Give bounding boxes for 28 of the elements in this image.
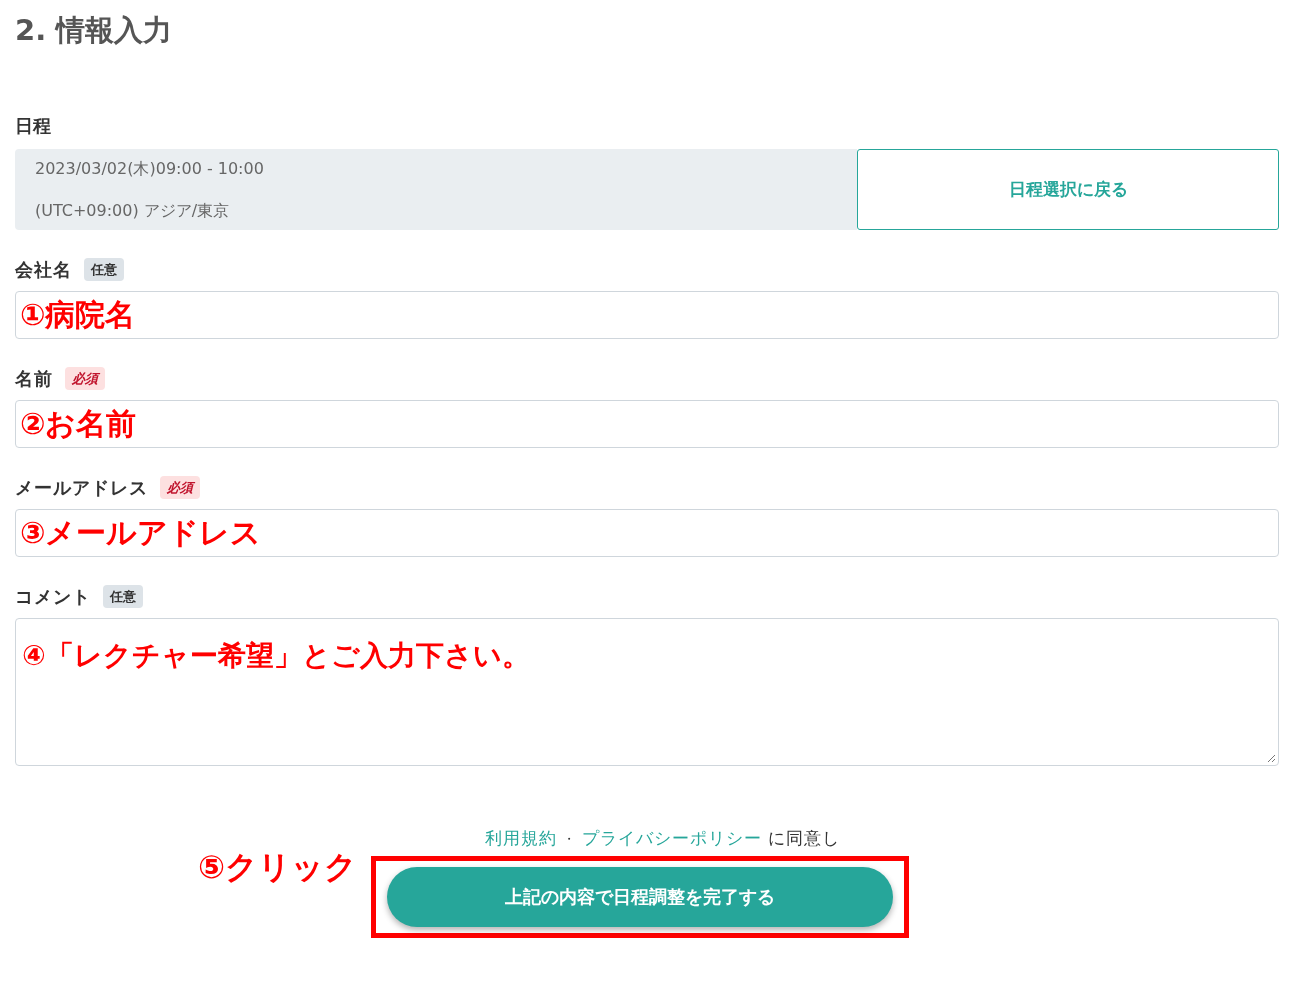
required-tag: 必須	[160, 475, 200, 500]
field-label: メールアドレス	[15, 476, 148, 500]
input-field[interactable]: ③メールアドレス	[15, 509, 1279, 557]
annotation-text: ③メールアドレス	[20, 518, 262, 548]
timezone-text: (UTC+09:00) アジア/東京	[35, 199, 231, 222]
input-field[interactable]: ①病院名	[15, 291, 1279, 339]
field-label: 会社名	[15, 258, 72, 282]
annotation-text: ①病院名	[20, 300, 136, 330]
input-field[interactable]: ②お名前	[15, 400, 1279, 448]
privacy-policy-link[interactable]: プライバシーポリシー	[581, 826, 762, 852]
comment-field[interactable]: ④「レクチャー希望」とご入力下さい。	[15, 618, 1279, 766]
required-tag: 必須	[65, 366, 105, 391]
field-label: コメント	[15, 585, 91, 609]
resize-handle-icon	[1266, 753, 1276, 763]
optional-tag: 任意	[84, 257, 124, 282]
schedule-datetime: 2023/03/02(木)09:00 - 10:00	[35, 157, 265, 180]
optional-tag: 任意	[103, 584, 143, 609]
annotation-text: ④「レクチャー希望」とご入力下さい。	[22, 639, 530, 672]
click-annotation: ⑤クリック	[196, 846, 358, 888]
back-to-schedule-button[interactable]: 日程選択に戻る	[857, 149, 1279, 230]
submit-button[interactable]: 上記の内容で日程調整を完了する	[387, 866, 893, 927]
agreement-text: に同意し	[767, 827, 840, 850]
annotation-text: ②お名前	[20, 409, 137, 439]
separator-text: ・	[562, 830, 576, 848]
section-heading: 2. 情報入力	[15, 12, 174, 49]
terms-link[interactable]: 利用規約	[484, 826, 557, 852]
field-label: 名前	[15, 367, 53, 391]
field-label: 日程	[15, 114, 52, 138]
